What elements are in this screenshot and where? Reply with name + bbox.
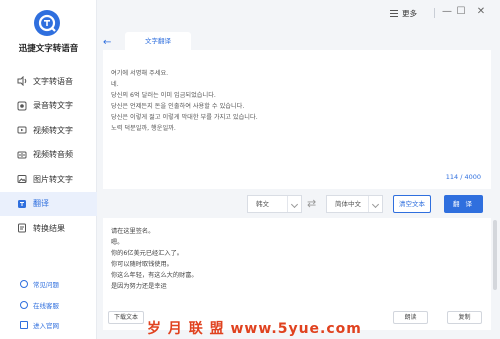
sidebar-item-recording-to-text[interactable]: 录音转文字 <box>0 94 97 119</box>
download-text-button[interactable]: 下载文本 <box>108 311 144 324</box>
sidebar-nav: 文字转语音 录音转文字 视频转文字 视频转音频 图片转文字 翻译 转换结果 <box>0 69 97 241</box>
chevron-down-icon <box>368 196 382 212</box>
result-line: 是因为努力还是幸运 <box>111 283 167 290</box>
sidebar-item-label: 文字转语音 <box>33 76 73 86</box>
video-icon <box>17 125 27 135</box>
source-line: 당신은 언제든지 돈을 인출하여 사용할 수 있습니다. <box>111 103 245 110</box>
target-language-select[interactable]: 简体中文 <box>326 195 383 213</box>
sidebar-item-video-to-text[interactable]: 视频转文字 <box>0 118 97 143</box>
translation-result-panel: 请在这里签名。 嗯。你的6亿美元已经汇入了。 你可以随时取钱使用。你这么年轻，有这么… <box>103 218 491 330</box>
result-line: 你的6亿美元已经汇入了。 <box>111 250 183 257</box>
source-line: 당신은 이렇게 젊고 이렇게 막대한 부를 가지고 있습니다. <box>111 114 258 121</box>
translate-icon <box>17 199 27 209</box>
sidebar-item-label: 视频转音频 <box>33 150 73 160</box>
source-language-value: 韩文 <box>256 200 269 208</box>
sidebar-item-text-to-speech[interactable]: 文字转语音 <box>0 69 97 94</box>
source-language-select[interactable]: 韩文 <box>247 195 302 213</box>
target-language-value: 简体中文 <box>335 200 361 208</box>
clear-text-button[interactable]: 清空文本 <box>393 195 431 213</box>
support-link-label: 在线客服 <box>33 301 59 310</box>
app-window: 迅捷文字转语音 文字转语音 录音转文字 视频转文字 视频转音频 图片转文字 翻译… <box>0 0 500 339</box>
result-line: 你这么年轻，有这么大的财富。 <box>111 272 198 279</box>
character-counter: 114 / 4000 <box>445 173 481 181</box>
read-aloud-button[interactable]: 朗读 <box>393 311 428 324</box>
back-arrow-icon[interactable]: ← <box>103 37 111 48</box>
sidebar: 迅捷文字转语音 文字转语音 录音转文字 视频转文字 视频转音频 图片转文字 翻译… <box>0 0 97 339</box>
faq-link-label: 常见问题 <box>33 281 59 290</box>
image-icon <box>17 174 27 184</box>
result-line: 你可以随时取钱使用。 <box>111 261 173 268</box>
maximize-button[interactable]: ☐ <box>455 6 467 18</box>
sidebar-item-label: 转换结果 <box>33 223 65 233</box>
result-line: 请在这里签名。 <box>111 228 155 235</box>
result-line: 嗯。 <box>111 239 124 246</box>
website-link-label: 进入官网 <box>33 322 59 331</box>
more-menu-label: 更多 <box>402 9 417 18</box>
minimize-button[interactable]: — <box>441 6 453 18</box>
close-button[interactable]: ✕ <box>475 6 487 18</box>
sidebar-item-translate[interactable]: 翻译 <box>0 191 97 216</box>
sidebar-item-label: 图片转文字 <box>33 174 73 184</box>
text-to-speech-icon <box>17 76 27 87</box>
menu-icon <box>390 10 398 17</box>
faq-link[interactable]: 常见问题 <box>0 274 97 295</box>
source-line: 여기에 서명해 주세요. <box>111 70 169 77</box>
result-icon <box>17 223 27 233</box>
copy-button[interactable]: 复制 <box>447 311 482 324</box>
website-icon <box>20 321 28 330</box>
video-audio-icon <box>17 150 27 160</box>
title-bar: 更多 — ☐ ✕ <box>97 0 500 28</box>
support-link[interactable]: 在线客服 <box>0 295 97 316</box>
chevron-down-icon <box>287 196 301 212</box>
tab-text-translate[interactable]: 文字翻译 <box>125 32 191 50</box>
sidebar-item-results[interactable]: 转换结果 <box>0 216 97 241</box>
sidebar-item-label: 翻译 <box>33 199 49 209</box>
source-line: 노력 덕분일까, 행운일까. <box>111 125 176 132</box>
app-logo-icon <box>34 10 60 36</box>
sidebar-item-label: 录音转文字 <box>33 101 73 111</box>
result-text: 请在这里签名。 嗯。你的6亿美元已经汇入了。 你可以随时取钱使用。你这么年轻，有这么… <box>111 226 198 292</box>
titlebar-divider <box>434 8 435 18</box>
sidebar-item-video-to-audio[interactable]: 视频转音频 <box>0 143 97 168</box>
output-scrollbar[interactable] <box>493 220 497 290</box>
sidebar-bottom-links: 常见问题 在线客服 进入官网 <box>0 274 97 336</box>
source-line: 네. <box>111 81 119 88</box>
sidebar-item-image-to-text[interactable]: 图片转文字 <box>0 167 97 192</box>
watermark: 岁 月 联 盟 www.5yue.com <box>147 321 362 337</box>
source-text-panel[interactable]: 여기에 서명해 주세요. 네. 당신의 6억 달러는 이미 입금되었습니다. 당신은 … <box>103 50 491 189</box>
more-menu-button[interactable]: 更多 <box>390 8 417 19</box>
support-icon <box>20 300 28 309</box>
website-link[interactable]: 进入官网 <box>0 315 97 336</box>
recording-icon <box>17 101 27 111</box>
app-name: 迅捷文字转语音 <box>18 44 79 54</box>
faq-icon <box>20 280 28 289</box>
source-line: 당신의 6억 달러는 이미 입금되었습니다. <box>111 92 216 99</box>
sidebar-item-label: 视频转文字 <box>33 125 73 135</box>
translate-button[interactable]: 翻 译 <box>444 195 483 213</box>
source-textarea[interactable]: 여기에 서명해 주세요. 네. 당신의 6억 달러는 이미 입금되었습니다. 당신은 … <box>111 68 258 134</box>
swap-languages-icon[interactable]: ⇄ <box>307 197 316 210</box>
